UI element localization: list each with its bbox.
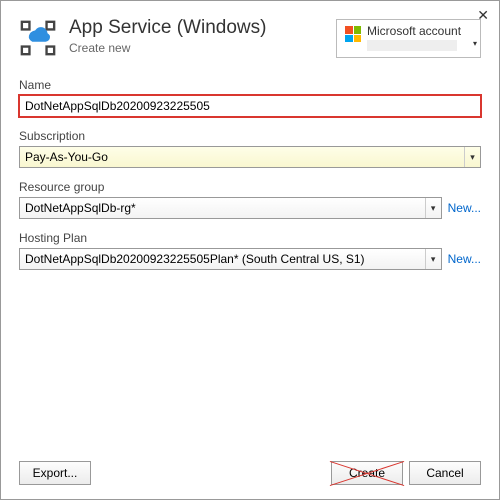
- subscription-select[interactable]: Pay-As-You-Go ▾: [19, 146, 481, 168]
- dialog-title: App Service (Windows): [69, 17, 324, 39]
- resource-group-label: Resource group: [19, 180, 481, 194]
- resource-group-value: DotNetAppSqlDb-rg*: [25, 201, 136, 215]
- resource-group-new-link[interactable]: New...: [448, 201, 481, 215]
- account-selector[interactable]: Microsoft account ▾: [336, 19, 481, 58]
- account-value: [367, 40, 457, 51]
- chevron-down-icon: ▾: [464, 147, 480, 167]
- chevron-down-icon: ▾: [473, 39, 477, 48]
- hosting-plan-new-link[interactable]: New...: [448, 252, 481, 266]
- hosting-plan-label: Hosting Plan: [19, 231, 481, 245]
- name-label: Name: [19, 78, 481, 92]
- create-button[interactable]: Create: [331, 461, 403, 485]
- name-input[interactable]: [19, 95, 481, 117]
- chevron-down-icon: ▾: [425, 198, 441, 218]
- dialog-footer: Export... Create Cancel: [19, 461, 481, 485]
- microsoft-logo-icon: [345, 26, 361, 42]
- hosting-plan-value: DotNetAppSqlDb20200923225505Plan* (South…: [25, 252, 365, 266]
- hosting-plan-select[interactable]: DotNetAppSqlDb20200923225505Plan* (South…: [19, 248, 442, 270]
- dialog-header: App Service (Windows) Create new Microso…: [1, 1, 499, 78]
- account-label: Microsoft account: [367, 24, 472, 38]
- app-service-icon: [19, 19, 57, 57]
- dialog-subtitle: Create new: [69, 41, 324, 55]
- subscription-label: Subscription: [19, 129, 481, 143]
- subscription-value: Pay-As-You-Go: [25, 150, 108, 164]
- form: Name Subscription Pay-As-You-Go ▾ Resour…: [1, 78, 499, 270]
- chevron-down-icon: ▾: [425, 249, 441, 269]
- resource-group-select[interactable]: DotNetAppSqlDb-rg* ▾: [19, 197, 442, 219]
- export-button[interactable]: Export...: [19, 461, 91, 485]
- cancel-button[interactable]: Cancel: [409, 461, 481, 485]
